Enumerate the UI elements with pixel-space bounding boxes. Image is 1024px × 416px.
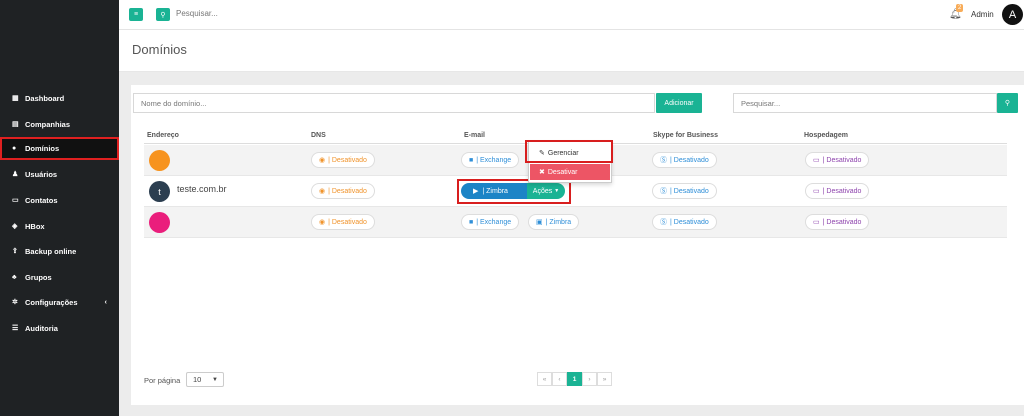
sidebar-item-usuarios[interactable]: ♟ Usuários <box>0 165 119 183</box>
building-icon: ▤ <box>12 121 19 128</box>
user-name[interactable]: Admin <box>971 10 994 19</box>
sidebar: ▦ Dashboard ▤ Companhias ● Domínios ♟ Usuári… <box>0 0 119 416</box>
sidebar-item-dashboard[interactable]: ▦ Dashboard <box>0 89 119 107</box>
domain-name[interactable]: teste.com.br <box>177 184 227 194</box>
search-icon: ⚲ <box>1004 100 1011 107</box>
col-header-dns: DNS <box>311 132 326 139</box>
top-search-input[interactable]: Pesquisar... <box>176 9 218 18</box>
title-bar: Domínios <box>119 30 1024 72</box>
table-search-button[interactable]: ⚲ <box>997 93 1018 113</box>
sidebar-item-label: Companhias <box>25 119 71 129</box>
sidebar-item-label: Backup online <box>25 246 77 256</box>
sidebar-item-companhias[interactable]: ▤ Companhias <box>0 115 119 133</box>
email-exchange-pill[interactable]: ■ | Exchange <box>461 214 520 230</box>
hosting-status-pill[interactable]: ▭ | Desativado <box>805 152 870 168</box>
main-panel: Nome do domínio... Adicionar Pesquisar..… <box>131 85 1024 405</box>
add-domain-button[interactable]: Adicionar <box>656 93 702 113</box>
globe-icon: ● <box>12 145 17 152</box>
chevron-down-icon: ▼ <box>212 376 218 383</box>
notification-badge: 2 <box>956 4 964 12</box>
chevron-left-icon: ‹ <box>104 298 107 306</box>
email-zimbra-pill[interactable]: ▣ | Zimbra <box>528 214 580 230</box>
domain-name-input[interactable]: Nome do domínio... <box>133 93 655 113</box>
users-icon: ♣ <box>12 273 17 281</box>
col-header-skype: Skype for Business <box>653 132 718 139</box>
sidebar-item-auditoria[interactable]: ☰ Auditoria <box>0 319 119 337</box>
globe-icon: ◉ <box>319 157 326 164</box>
box-icon: ◈ <box>12 223 18 230</box>
sidebar-item-label: HBox <box>25 221 45 231</box>
skype-status-pill[interactable]: Ⓢ | Desativado <box>652 214 717 230</box>
window-icon: ▭ <box>813 157 820 164</box>
close-icon: ✖ <box>539 169 545 176</box>
skype-icon: Ⓢ <box>660 188 667 195</box>
pagination-next[interactable]: › <box>582 372 597 386</box>
skype-icon: Ⓢ <box>660 219 667 226</box>
domain-avatar <box>149 150 170 171</box>
globe-icon: ◉ <box>319 219 326 226</box>
col-header-endereco: Endereço <box>147 132 179 139</box>
grid-icon: ▦ <box>12 95 19 102</box>
hosting-status-pill[interactable]: ▭ | Desativado <box>805 183 870 199</box>
domain-avatar <box>149 212 170 233</box>
deactivate-menu-item[interactable]: ✖ Desativar <box>530 164 610 180</box>
dns-status-pill[interactable]: ◉ | Desativado <box>311 183 375 199</box>
user-icon: ♟ <box>12 171 19 178</box>
hamburger-icon: ≡ <box>133 11 139 18</box>
avatar[interactable]: A <box>1002 4 1023 25</box>
table-row: ◉ | Desativado ■ | Exchange ▣ | Zimbra Ⓢ | D… <box>144 207 1007 238</box>
window-icon: ▭ <box>813 188 820 195</box>
pagination-first[interactable]: « <box>537 372 552 386</box>
col-header-email: E-mail <box>464 132 486 139</box>
pagination-last[interactable]: » <box>597 372 612 386</box>
zimbra-icon: ▣ <box>536 219 543 226</box>
sidebar-item-label: Domínios <box>25 144 60 153</box>
sidebar-item-backup[interactable]: ⇪ Backup online <box>0 242 119 260</box>
sidebar-item-dominios[interactable]: ● Domínios <box>0 137 119 160</box>
domain-avatar: t <box>149 181 170 202</box>
sidebar-item-contatos[interactable]: ▭ Contatos <box>0 191 119 209</box>
sidebar-item-label: Configurações <box>25 297 78 307</box>
sidebar-item-label: Dashboard <box>25 93 65 103</box>
sidebar-item-label: Grupos <box>25 272 52 282</box>
contact-card-icon: ▭ <box>12 197 19 204</box>
hosting-status-pill[interactable]: ▭ | Desativado <box>805 214 870 230</box>
upload-icon: ⇪ <box>12 248 18 255</box>
table-search-input[interactable]: Pesquisar... <box>733 93 997 113</box>
skype-status-pill[interactable]: Ⓢ | Desativado <box>652 183 717 199</box>
exchange-icon: ■ <box>469 156 474 164</box>
col-header-hospedagem: Hospedagem <box>804 132 848 139</box>
search-icon: ⚲ <box>160 11 166 19</box>
sidebar-item-label: Usuários <box>25 169 58 179</box>
sidebar-item-grupos[interactable]: ♣ Grupos <box>0 268 119 286</box>
pagination-prev[interactable]: ‹ <box>552 372 567 386</box>
manage-highlight <box>525 140 613 163</box>
search-button[interactable]: ⚲ <box>156 8 170 21</box>
sidebar-item-label: Contatos <box>25 195 58 205</box>
menu-toggle-button[interactable]: ≡ <box>129 8 143 21</box>
topbar: ≡ ⚲ Pesquisar... 🔔︎ 2 Admin A <box>119 0 1024 30</box>
dns-status-pill[interactable]: ◉ | Desativado <box>311 214 375 230</box>
exchange-icon: ■ <box>469 218 474 226</box>
skype-status-pill[interactable]: Ⓢ | Desativado <box>652 152 717 168</box>
page-title: Domínios <box>132 42 187 57</box>
dns-status-pill[interactable]: ◉ | Desativado <box>311 152 375 168</box>
globe-icon: ◉ <box>319 188 326 195</box>
list-icon: ☰ <box>12 325 19 332</box>
email-exchange-pill[interactable]: ■ | Exchange <box>461 152 520 168</box>
skype-icon: Ⓢ <box>660 157 667 164</box>
pagination-page-1[interactable]: 1 <box>567 372 582 386</box>
sidebar-item-hbox[interactable]: ◈ HBox <box>0 217 119 235</box>
sidebar-item-label: Auditoria <box>25 323 58 333</box>
per-page-label: Por página <box>144 376 181 385</box>
sidebar-item-configuracoes[interactable]: ✲ Configurações ‹ <box>0 293 119 311</box>
window-icon: ▭ <box>813 219 820 226</box>
gear-icon: ✲ <box>12 299 18 306</box>
per-page-select[interactable]: 10 ▼ <box>186 372 224 387</box>
